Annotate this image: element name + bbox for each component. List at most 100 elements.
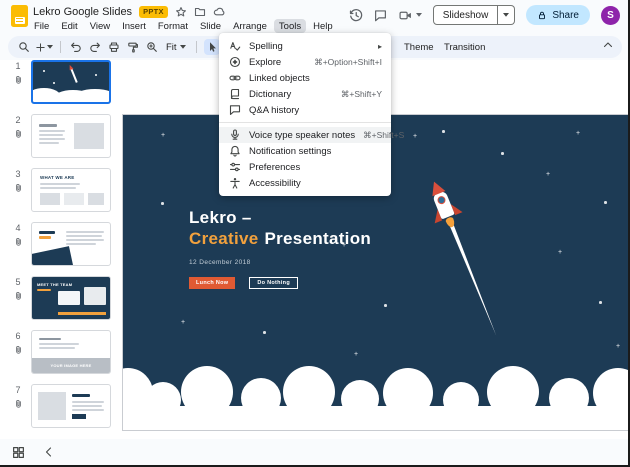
slide-row-7: 7 [10, 384, 118, 428]
filmstrip: 1 2 3 [0, 60, 118, 437]
slide-row-2: 2 [10, 114, 118, 158]
slideshow-button[interactable]: Slideshow [433, 5, 499, 25]
menu-file[interactable]: File [29, 19, 54, 33]
slide-number[interactable]: 6 [15, 331, 20, 341]
tools-dropdown-menu: Spelling ▸ Explore ⌘+Option+Shift+I Link… [219, 33, 391, 196]
menu-item-voice-type-speaker-notes[interactable]: Voice type speaker notes ⌘+Shift+S [219, 127, 391, 143]
mini-title: WHAT WE ARE [40, 175, 74, 180]
paperclip-icon [14, 74, 23, 85]
redo-icon[interactable] [87, 39, 103, 55]
account-avatar[interactable]: S [601, 6, 620, 25]
menu-item-notification-settings[interactable]: Notification settings [219, 143, 391, 159]
menu-item-explore[interactable]: Explore ⌘+Option+Shift+I [219, 54, 391, 70]
star-decoration: + [558, 249, 562, 256]
search-menus-icon[interactable] [16, 39, 32, 55]
mini-cloud [73, 89, 111, 104]
submenu-arrow-icon: ▸ [378, 42, 382, 51]
move-folder-icon[interactable] [194, 6, 206, 18]
menu-item-spelling[interactable]: Spelling ▸ [219, 38, 391, 54]
star-decoration: + [546, 171, 550, 178]
cloud-bump [443, 382, 479, 418]
menu-slide[interactable]: Slide [195, 19, 226, 33]
slide-title-line1[interactable]: Lekro – [189, 207, 371, 228]
menu-separator [219, 122, 391, 123]
menu-item-accessibility[interactable]: Accessibility [219, 175, 391, 191]
qa-history-icon [228, 104, 241, 117]
slideshow-dropdown-button[interactable] [498, 5, 515, 25]
slides-logo[interactable] [11, 5, 28, 27]
slide-row-4: 4 [10, 222, 118, 266]
slide-number[interactable]: 2 [15, 115, 20, 125]
toolbar-divider [196, 41, 197, 53]
version-history-icon[interactable] [349, 8, 363, 22]
print-icon[interactable] [106, 39, 122, 55]
paperclip-icon [14, 398, 23, 409]
new-slide-button[interactable] [35, 42, 53, 53]
document-title[interactable]: Lekro Google Slides [33, 6, 132, 18]
slide-thumbnail-2[interactable] [31, 114, 111, 158]
slide-thumbnail-1[interactable] [31, 60, 111, 104]
rocket-illustration[interactable] [417, 175, 522, 365]
star-decoration [604, 201, 607, 204]
slide-number[interactable]: 7 [15, 385, 20, 395]
cloud-bump [181, 366, 233, 418]
slide-number[interactable]: 4 [15, 223, 20, 233]
menu-format[interactable]: Format [153, 19, 193, 33]
comments-icon[interactable] [374, 9, 387, 22]
hide-menus-icon[interactable] [602, 39, 614, 51]
slide-thumbnail-4[interactable] [31, 222, 111, 266]
undo-icon[interactable] [68, 39, 84, 55]
bell-icon [228, 145, 241, 158]
star-icon[interactable] [175, 6, 187, 18]
zoom-icon[interactable] [144, 39, 160, 55]
menu-help[interactable]: Help [308, 19, 338, 33]
toolbar-divider [60, 41, 61, 53]
transition-button[interactable]: Transition [444, 36, 485, 58]
slide-title-line2[interactable]: CreativePresentation [189, 228, 371, 249]
zoom-fit-select[interactable]: Fit [163, 42, 189, 53]
cloud-bump [383, 368, 433, 418]
plus-icon [35, 42, 46, 53]
slide-thumbnail-7[interactable] [31, 384, 111, 428]
chevron-down-icon [503, 13, 509, 17]
menu-view[interactable]: View [85, 19, 115, 33]
slide-thumbnail-3[interactable]: WHAT WE ARE [31, 168, 111, 212]
slide-number[interactable]: 3 [15, 169, 20, 179]
slide-text-block[interactable]: Lekro – CreativePresentation 12 December… [189, 207, 371, 289]
select-tool-icon[interactable] [204, 39, 220, 55]
do-nothing-button[interactable]: Do Nothing [249, 277, 298, 289]
lock-icon [537, 10, 547, 21]
menu-item-qa-history[interactable]: Q&A history [219, 102, 391, 118]
share-button[interactable]: Share [526, 5, 590, 25]
clouds-illustration [123, 350, 628, 430]
paperclip-icon [14, 128, 23, 139]
slide-number[interactable]: 5 [15, 277, 20, 287]
star-decoration [263, 331, 266, 334]
slide-thumbnail-5[interactable]: MEET THE TEAM [31, 276, 111, 320]
star-decoration: + [576, 130, 580, 137]
menu-item-dictionary[interactable]: Dictionary ⌘+Shift+Y [219, 86, 391, 102]
theme-button[interactable]: Theme [404, 36, 434, 58]
title-accent: Creative [189, 229, 259, 248]
slide-date[interactable]: 12 December 2018 [189, 259, 371, 266]
lunch-now-button[interactable]: Lunch Now [189, 277, 235, 289]
menu-edit[interactable]: Edit [56, 19, 82, 33]
rocket-flame [445, 216, 456, 228]
chevron-down-icon [47, 45, 53, 49]
slide-thumbnail-6[interactable]: YOUR IMAGE HERE [31, 330, 111, 374]
paint-format-icon[interactable] [125, 39, 141, 55]
menu-arrange[interactable]: Arrange [228, 19, 272, 33]
menu-insert[interactable]: Insert [117, 19, 151, 33]
rocket-window [436, 195, 446, 205]
slide-row-6: 6 YOUR IMAGE HERE [10, 330, 118, 374]
menu-item-preferences[interactable]: Preferences [219, 159, 391, 175]
cloud-status-icon[interactable] [213, 6, 225, 18]
menu-bar: File Edit View Insert Format Slide Arran… [29, 19, 338, 33]
zoom-fit-label: Fit [166, 42, 177, 53]
menu-item-linked-objects[interactable]: Linked objects [219, 70, 391, 86]
menu-tools[interactable]: Tools [274, 19, 306, 33]
collapse-filmstrip-icon[interactable] [43, 446, 55, 458]
meet-camera-button[interactable] [398, 9, 422, 22]
slide-number[interactable]: 1 [15, 61, 20, 71]
grid-view-icon[interactable] [12, 446, 25, 459]
